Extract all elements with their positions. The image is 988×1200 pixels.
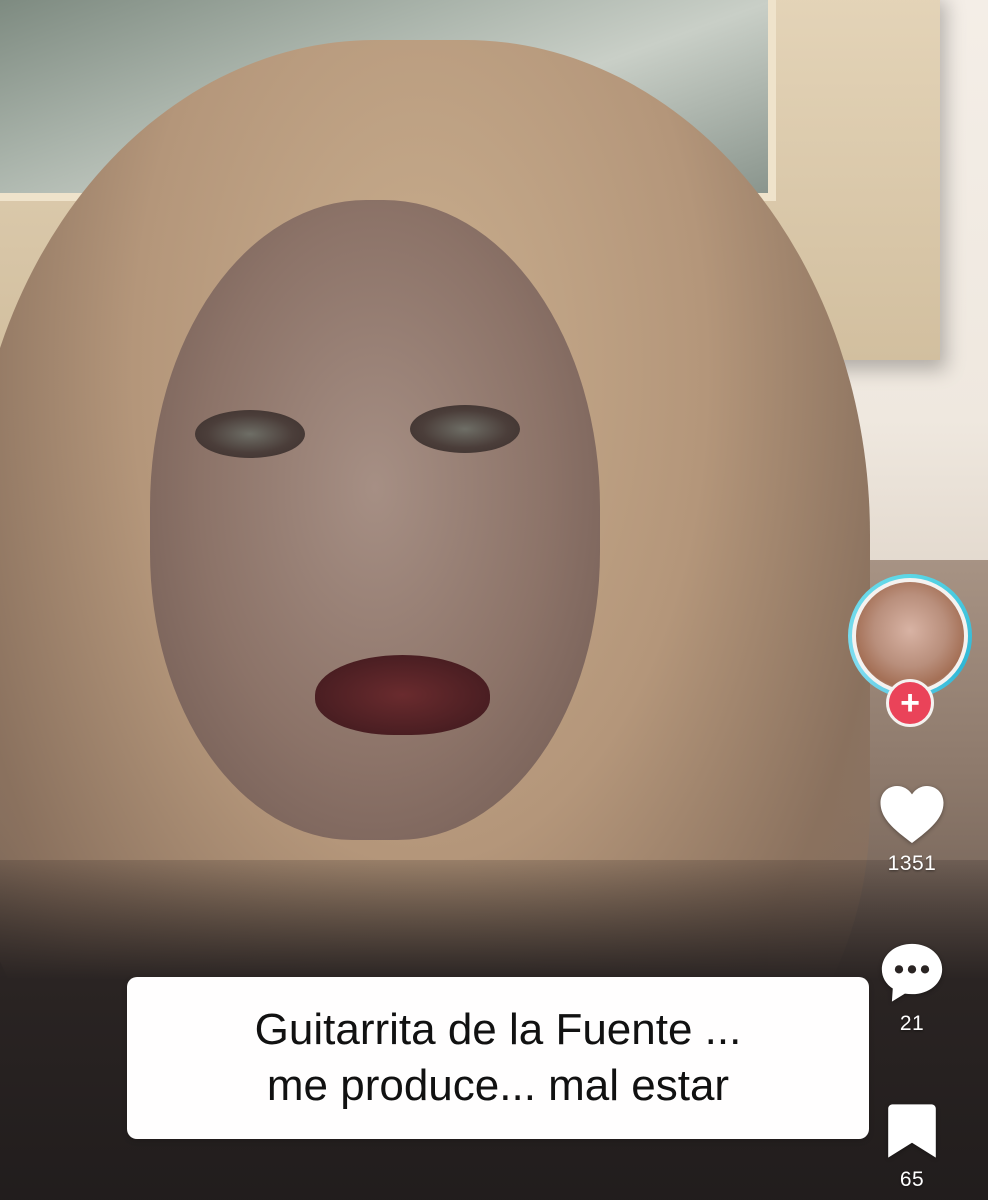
video-caption-overlay: Guitarrita de la Fuente ... me produce..… bbox=[127, 977, 869, 1139]
plus-icon: + bbox=[900, 684, 920, 722]
comment-button[interactable]: 21 bbox=[872, 938, 952, 1036]
like-count: 1351 bbox=[887, 852, 937, 875]
comment-bubble-icon bbox=[881, 943, 943, 1002]
bookmark-icon bbox=[888, 1104, 936, 1158]
caption-line-2: me produce... mal estar bbox=[266, 1061, 730, 1110]
save-count: 65 bbox=[899, 1168, 925, 1191]
comment-count: 21 bbox=[899, 1012, 925, 1035]
avatar bbox=[852, 578, 968, 694]
follow-button[interactable]: + bbox=[886, 679, 934, 727]
heart-icon bbox=[880, 786, 944, 843]
save-button[interactable]: 65 bbox=[872, 1100, 952, 1192]
caption-line-1: Guitarrita de la Fuente ... bbox=[254, 1005, 742, 1054]
like-button[interactable]: 1351 bbox=[872, 780, 952, 876]
